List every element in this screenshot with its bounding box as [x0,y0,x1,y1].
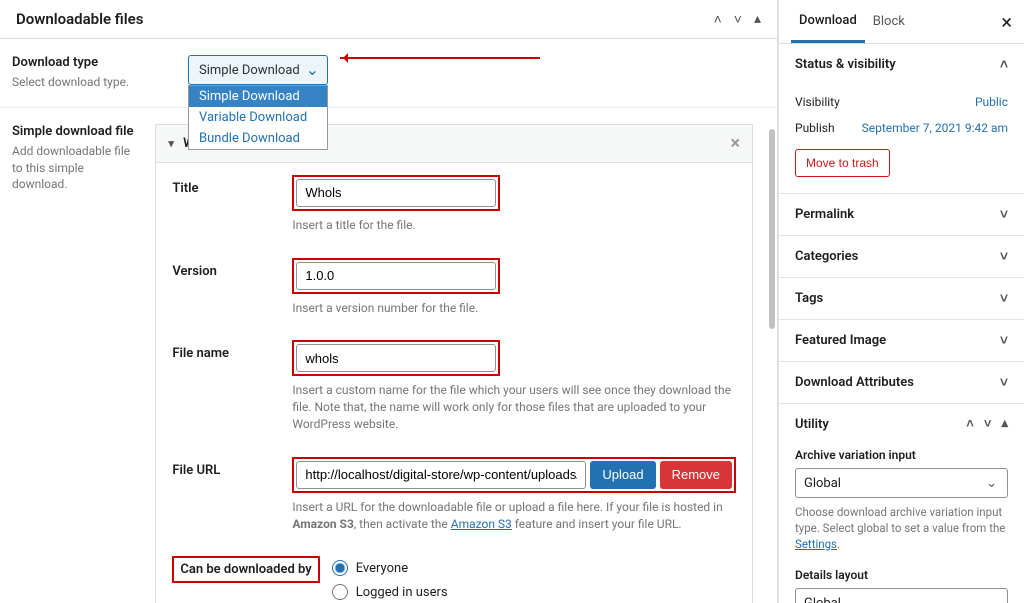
version-help: Insert a version number for the file. [292,300,736,317]
radio-everyone[interactable]: Everyone [332,556,736,580]
download-type-dropdown: Simple Download Variable Download Bundle… [188,85,328,150]
download-attributes-header[interactable]: Download Attributes˅ [779,362,1024,403]
details-select[interactable]: Global [795,588,1008,603]
chevron-down-icon: ˅ [1000,290,1008,307]
publish-value[interactable]: September 7, 2021 9:42 am [862,121,1008,135]
amazon-s3-link[interactable]: Amazon S3 [451,517,512,531]
title-input[interactable] [296,179,496,207]
fileurl-label: File URL [172,457,292,533]
close-icon[interactable]: × [730,133,740,154]
tags-header[interactable]: Tags˅ [779,278,1024,319]
upload-button[interactable]: Upload [590,461,655,489]
chevron-down-icon: ˅ [1000,248,1008,265]
tab-download[interactable]: Download [791,1,865,43]
archive-help: Choose download archive variation input … [795,504,1008,552]
close-sidebar-icon[interactable]: × [1001,10,1012,34]
download-type-desc: Select download type. [12,74,168,91]
download-type-select[interactable]: Simple Download [188,55,328,85]
version-label: Version [172,258,292,317]
dropdown-option[interactable]: Variable Download [189,107,327,128]
simple-file-label: Simple download file [12,124,135,139]
chevron-down-icon: ˅ [1000,332,1008,349]
chevron-down-icon: ˅ [1000,206,1008,223]
move-up-icon[interactable]: ˄ [714,11,722,28]
title-label: Title [172,175,292,234]
simple-file-desc: Add downloadable file to this simple dow… [12,143,135,193]
archive-label: Archive variation input [795,448,1008,462]
chevron-up-icon: ˄ [1000,56,1008,73]
filename-help: Insert a custom name for the file which … [292,382,736,432]
dropdown-option[interactable]: Bundle Download [189,128,327,149]
featured-image-header[interactable]: Featured Image˅ [779,320,1024,361]
panel-header: Downloadable files ˄ ˅ ▴ [0,0,777,39]
annotation-arrow [340,57,540,59]
filename-input[interactable] [296,344,496,372]
collapse-icon[interactable]: ▴ [754,11,761,28]
settings-link[interactable]: Settings [795,537,837,551]
downloadedby-label: Can be downloaded by [172,556,319,583]
title-help: Insert a title for the file. [292,217,736,234]
tab-block[interactable]: Block [865,2,913,41]
collapse-icon: ▴ [1001,416,1008,432]
fileurl-input[interactable] [296,461,586,489]
status-visibility-header[interactable]: Status & visibility ˄ [779,44,1024,85]
move-down-icon[interactable]: ˅ [734,11,742,28]
download-type-label: Download type [12,55,168,70]
visibility-label: Visibility [795,95,840,109]
remove-button[interactable]: Remove [660,461,732,489]
visibility-value[interactable]: Public [975,95,1008,109]
move-to-trash-button[interactable]: Move to trash [795,149,890,177]
details-label: Details layout [795,568,1008,582]
categories-header[interactable]: Categories˅ [779,236,1024,277]
dropdown-option[interactable]: Simple Download [189,86,327,107]
archive-select[interactable]: Global [795,468,1008,498]
filename-label: File name [172,340,292,432]
panel-title: Downloadable files [16,10,143,28]
permalink-header[interactable]: Permalink˅ [779,194,1024,235]
radio-logged-in[interactable]: Logged in users [332,580,736,603]
utility-header[interactable]: Utility ˄ ˅ ▴ [779,404,1024,444]
chevron-up-icon: ˄ [966,416,974,432]
version-input[interactable] [296,262,496,290]
publish-label: Publish [795,121,835,135]
chevron-down-icon: ˅ [984,416,992,432]
chevron-down-icon: ▾ [168,137,174,150]
fileurl-help: Insert a URL for the downloadable file o… [292,499,736,533]
chevron-down-icon: ˅ [1000,374,1008,391]
